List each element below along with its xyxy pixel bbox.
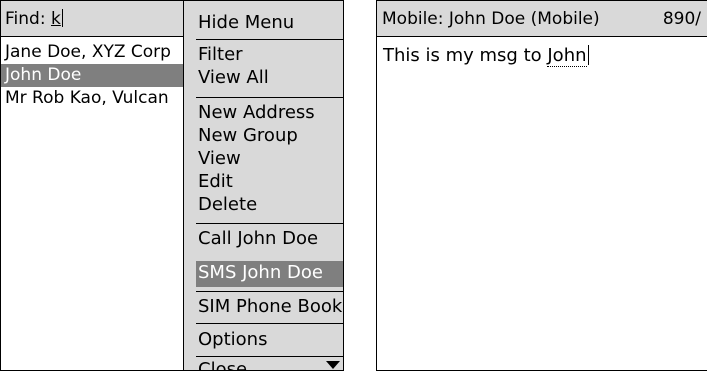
address-book-panel: Find: k Jane Doe, XYZ Corp John Doe Mr R… bbox=[0, 0, 344, 371]
menu-separator bbox=[196, 39, 343, 40]
message-text: This is my msg to bbox=[383, 45, 548, 66]
find-label: Find: bbox=[5, 9, 46, 29]
contact-item[interactable]: Mr Rob Kao, Vulcan bbox=[1, 87, 183, 110]
menu-item-call[interactable]: Call John Doe bbox=[198, 227, 343, 253]
menu-separator bbox=[196, 356, 343, 357]
text-cursor bbox=[61, 9, 63, 27]
message-body[interactable]: This is my msg to John bbox=[383, 45, 589, 67]
text-cursor bbox=[587, 45, 589, 65]
menu-item-view-all[interactable]: View All bbox=[198, 66, 343, 92]
menu-separator bbox=[196, 323, 343, 324]
context-menu: Hide Menu Filter View All New Address Ne… bbox=[183, 1, 343, 370]
sms-compose-panel: Mobile: John Doe (Mobile) 890/ This is m… bbox=[376, 0, 707, 371]
contact-list: Jane Doe, XYZ Corp John Doe Mr Rob Kao, … bbox=[1, 41, 183, 110]
message-recipient-name: John bbox=[547, 45, 587, 67]
menu-item-hide-menu[interactable]: Hide Menu bbox=[198, 11, 343, 37]
menu-item-options[interactable]: Options bbox=[198, 328, 343, 354]
menu-separator bbox=[196, 97, 343, 98]
menu-item-sim-phone-book[interactable]: SIM Phone Book bbox=[198, 295, 343, 321]
menu-item-close[interactable]: Close bbox=[198, 358, 343, 370]
scroll-down-arrow-icon[interactable] bbox=[326, 361, 340, 369]
menu-item-sms[interactable]: SMS John Doe bbox=[196, 261, 343, 287]
character-counter: 890/ bbox=[662, 9, 701, 29]
menu-item-delete[interactable]: Delete bbox=[198, 193, 343, 219]
contact-item-selected[interactable]: John Doe bbox=[1, 64, 183, 87]
recipient-title: Mobile: John Doe (Mobile) bbox=[382, 9, 600, 29]
find-input[interactable]: k bbox=[51, 1, 63, 37]
contact-item[interactable]: Jane Doe, XYZ Corp bbox=[1, 41, 183, 64]
recipient-header: Mobile: John Doe (Mobile) 890/ bbox=[377, 1, 707, 37]
menu-separator bbox=[196, 291, 343, 292]
menu-separator bbox=[196, 223, 343, 224]
